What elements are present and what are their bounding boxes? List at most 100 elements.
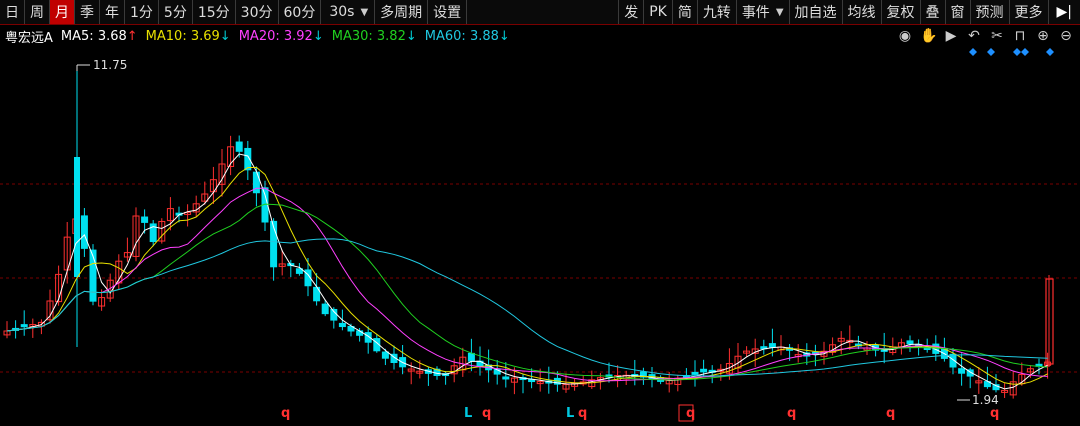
candle-body	[338, 322, 346, 328]
candle-body	[141, 216, 149, 223]
ma10-value: 3.69	[190, 28, 220, 44]
lock-icon[interactable]: ⊓	[1012, 28, 1028, 44]
high-price-label: 11.75	[93, 58, 127, 72]
ma30-line	[6, 203, 1048, 381]
settings-button[interactable]: 设置	[428, 0, 468, 24]
annotations: 11.75 1.94	[76, 58, 999, 407]
eye-icon[interactable]: ◉	[897, 28, 913, 44]
candle-body	[356, 330, 364, 336]
period-quarter-button[interactable]: 季	[75, 0, 100, 24]
period-60min-button[interactable]: 60分	[279, 0, 322, 24]
candle-body	[20, 324, 28, 328]
event-marker[interactable]: q	[281, 406, 290, 421]
ma30-indicator: MA30: 3.82↓	[332, 29, 417, 44]
candle-body	[467, 352, 475, 362]
ma20-line	[6, 187, 1048, 382]
candle-body	[321, 303, 329, 315]
event-marker[interactable]: q	[686, 406, 695, 421]
ma20-label: MA20:	[238, 28, 280, 44]
period-30s-dropdown[interactable]: 30s ▼	[321, 0, 376, 24]
period-year-button[interactable]: 年	[100, 0, 125, 24]
ma30-label: MA30:	[331, 28, 373, 44]
event-marker[interactable]: L	[464, 406, 472, 421]
candle-body	[235, 141, 243, 152]
period-30s-label: 30s	[329, 4, 355, 20]
ma20-value: 3.92	[283, 28, 313, 44]
period-month-button[interactable]: 月	[50, 0, 75, 24]
undo-icon[interactable]: ↶	[966, 28, 982, 44]
period-week-button[interactable]: 周	[25, 0, 50, 24]
arrow-down-icon: ↓	[405, 28, 417, 44]
multi-period-button[interactable]: 多周期	[375, 0, 429, 24]
diamond-icon	[987, 48, 995, 56]
hand-icon[interactable]: ✋	[920, 28, 937, 44]
chart-tools: ◉ ✋ ▶ ↶ ✂ ⊓ ⊕ ⊖	[897, 25, 1074, 47]
add-watchlist-button[interactable]: 加自选	[790, 0, 843, 24]
forecast-button[interactable]: 预测	[971, 0, 1010, 24]
zoom-in-icon[interactable]: ⊕	[1035, 28, 1051, 44]
moving-average-button[interactable]: 均线	[843, 0, 882, 24]
event-marker[interactable]: q	[787, 406, 796, 421]
collapse-right-icon[interactable]: ▶|	[1049, 0, 1080, 24]
ma5-label: MA5:	[60, 28, 94, 44]
ma30-value: 3.82	[376, 28, 406, 44]
more-button[interactable]: 更多	[1010, 0, 1049, 24]
ma10-line	[6, 166, 1048, 385]
moving-averages	[6, 153, 1048, 390]
event-marker[interactable]: q	[578, 406, 587, 421]
play-icon[interactable]: ▶	[943, 28, 959, 44]
diamond-icon	[969, 48, 977, 56]
events-dropdown[interactable]: 事件 ▼	[737, 0, 790, 24]
diamond-icon	[1013, 48, 1021, 56]
period-15min-button[interactable]: 15分	[193, 0, 236, 24]
period-day-button[interactable]: 日	[0, 0, 25, 24]
ma10-label: MA10:	[145, 28, 187, 44]
pk-button[interactable]: PK	[644, 0, 673, 24]
candle-body	[80, 215, 88, 249]
scissors-icon[interactable]: ✂	[989, 28, 1005, 44]
candlestick-chart[interactable]: 11.75 1.94 qLqLqqqqq	[0, 47, 1080, 426]
nine-turn-button[interactable]: 九转	[698, 0, 737, 24]
period-toolbar: 日 周 月 季 年 1分 5分 15分 30分 60分 30s ▼ 多周期 设置…	[0, 0, 1080, 25]
candle-body	[381, 351, 389, 359]
ma60-line	[6, 238, 1048, 377]
candle-body	[958, 368, 966, 374]
adjust-button[interactable]: 复权	[882, 0, 921, 24]
post-button[interactable]: 发	[618, 0, 645, 24]
diamond-icon	[1021, 48, 1029, 56]
arrow-down-icon: ↓	[219, 28, 231, 44]
period-1min-button[interactable]: 1分	[125, 0, 159, 24]
arrow-down-icon: ↓	[498, 28, 510, 44]
event-marker[interactable]: q	[990, 406, 999, 421]
ma5-value: 3.68	[97, 28, 127, 44]
ma5-line	[6, 153, 1048, 390]
overlay-button[interactable]: 叠	[921, 0, 946, 24]
tool-diamonds	[969, 48, 1054, 56]
candle-body	[74, 157, 80, 277]
chevron-down-icon: ▼	[360, 6, 369, 18]
window-button[interactable]: 窗	[946, 0, 971, 24]
low-price-label: 1.94	[972, 393, 999, 407]
candle-body	[691, 371, 699, 375]
diamond-icon	[1046, 48, 1054, 56]
ma10-indicator: MA10: 3.69↓	[146, 29, 231, 44]
chevron-down-icon: ▼	[775, 6, 784, 18]
candle-body	[700, 368, 708, 373]
arrow-down-icon: ↓	[312, 28, 324, 44]
event-marker[interactable]: q	[482, 406, 491, 421]
period-5min-button[interactable]: 5分	[159, 0, 193, 24]
candle-body	[768, 343, 776, 348]
simple-button[interactable]: 简	[673, 0, 698, 24]
ma5-indicator: MA5: 3.68↑	[61, 29, 138, 44]
zoom-out-icon[interactable]: ⊖	[1058, 28, 1074, 44]
candle-body	[502, 376, 510, 380]
ma60-indicator: MA60: 3.88↓	[425, 29, 510, 44]
event-marker[interactable]: L	[566, 406, 574, 421]
ma60-label: MA60:	[424, 28, 466, 44]
events-label: 事件	[741, 5, 770, 21]
candle-body	[906, 340, 914, 345]
event-markers[interactable]: qLqLqqqqq	[281, 404, 999, 422]
event-marker[interactable]: q	[886, 406, 895, 421]
period-30min-button[interactable]: 30分	[236, 0, 279, 24]
